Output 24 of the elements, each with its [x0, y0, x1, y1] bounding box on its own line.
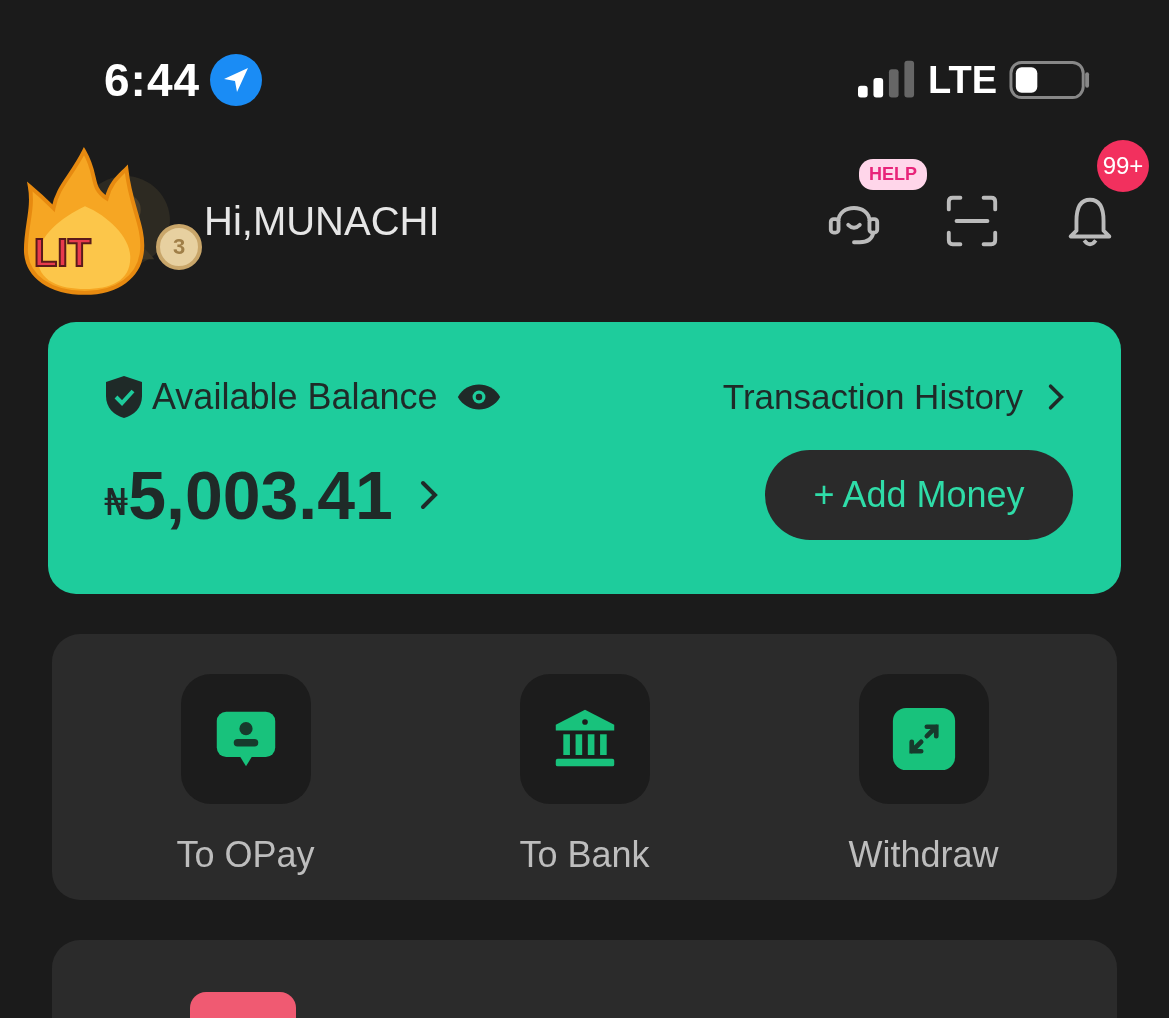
- chevron-right-icon[interactable]: [418, 478, 439, 512]
- medal-badge: 3: [156, 224, 202, 270]
- chevron-right-icon[interactable]: [1047, 382, 1065, 412]
- location-icon: [210, 54, 263, 106]
- status-time: 6:44: [104, 53, 201, 107]
- person-card-icon[interactable]: [180, 674, 311, 804]
- balance-label: Available Balance: [152, 376, 438, 418]
- balance-amount: 5,003.41: [128, 456, 393, 534]
- action-label: Withdraw: [848, 834, 999, 876]
- shield-icon: [104, 374, 144, 420]
- add-money-button[interactable]: + Add Money: [765, 450, 1073, 540]
- signal-icon: [858, 60, 917, 100]
- arrows-icon[interactable]: [858, 674, 989, 804]
- battery-icon: [1009, 60, 1091, 100]
- action-label: To OPay: [176, 834, 315, 876]
- greeting: Hi,MUNACHI: [204, 198, 440, 244]
- transaction-history-link[interactable]: Transaction History: [722, 377, 1023, 417]
- network-label: LTE: [928, 58, 997, 102]
- notification-badge: 99+: [1097, 140, 1149, 192]
- eye-icon[interactable]: [455, 382, 502, 412]
- help-badge: HELP: [859, 159, 927, 190]
- currency-sign: ₦: [104, 480, 129, 524]
- action-label: To Bank: [519, 834, 650, 876]
- bank-icon[interactable]: [519, 674, 650, 804]
